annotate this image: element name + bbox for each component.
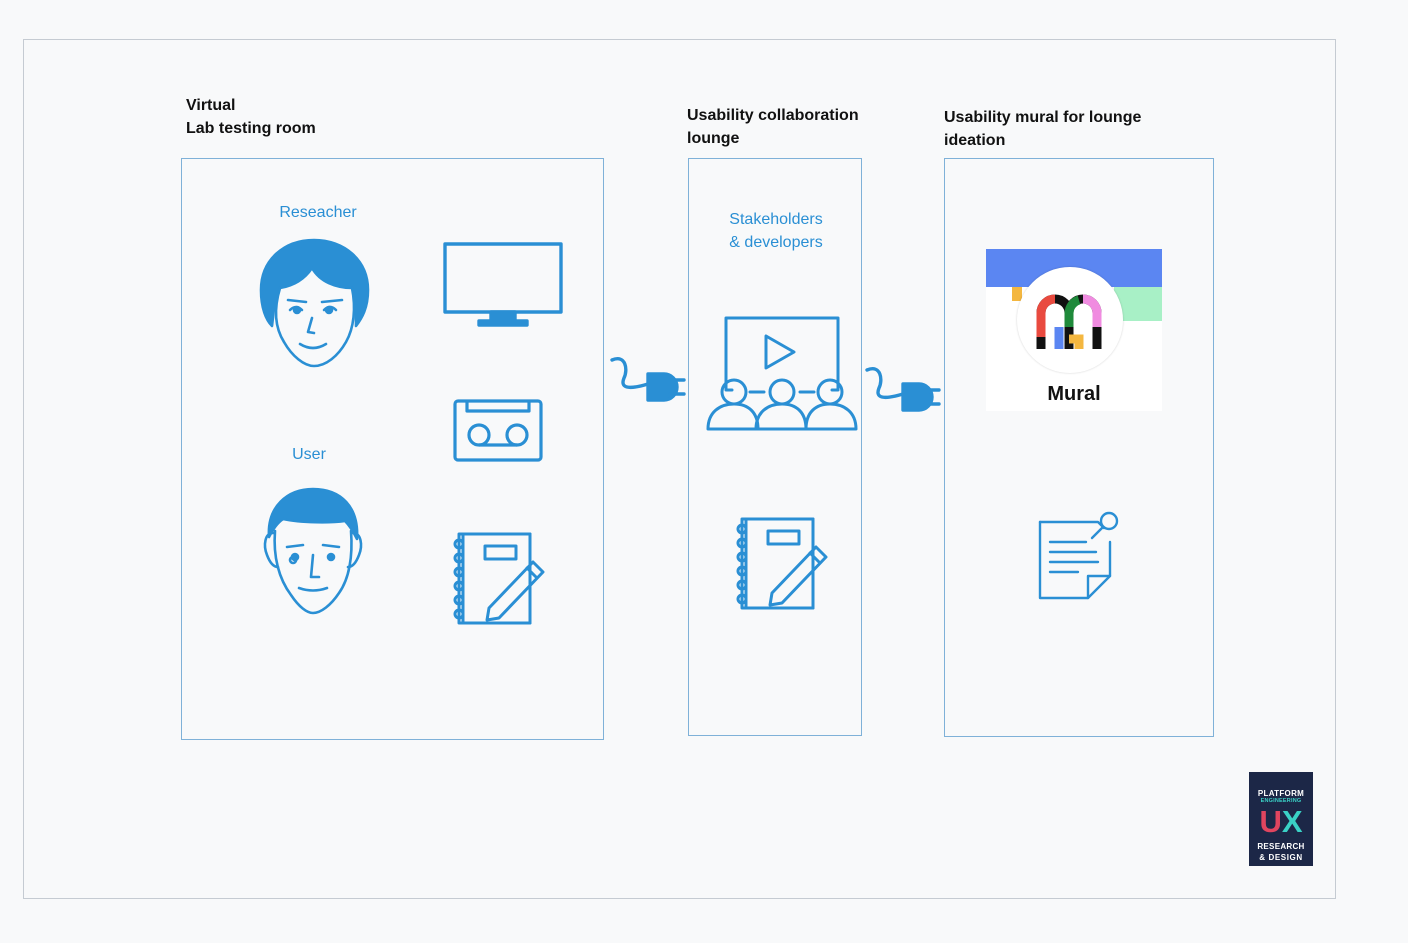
logo-mark: UX <box>1249 803 1313 841</box>
mural-app-card[interactable]: Mural <box>986 249 1162 411</box>
mural-brand-name: Mural <box>1047 383 1101 405</box>
mural-panel <box>944 158 1214 737</box>
logo-mark-x: X <box>1281 804 1303 839</box>
cassette-tape-icon <box>453 399 543 462</box>
ux-research-logo: PLATFORM ENGINEERING UX RESEARCH & DESIG… <box>1249 772 1313 866</box>
man-face-icon <box>261 487 365 617</box>
lab-title-line1: Virtual <box>186 97 236 114</box>
video-presentation-audience-icon <box>706 316 858 432</box>
monitor-icon <box>443 242 563 327</box>
stakeholders-line1: Stakeholders <box>729 211 823 228</box>
woman-face-icon <box>258 238 370 370</box>
lab-section-title: Virtual Lab testing room <box>186 94 316 140</box>
logo-line4: & DESIGN <box>1259 853 1303 862</box>
mural-title-line1: Usability mural for lounge <box>944 109 1142 126</box>
mural-logo-circle <box>1017 267 1123 373</box>
sticky-note-pin-icon <box>1038 511 1120 600</box>
notebook-pencil-icon <box>736 517 828 611</box>
notebook-pencil-icon <box>453 532 545 626</box>
logo-mark-u: U <box>1259 804 1282 839</box>
stakeholders-line2: & developers <box>729 234 823 251</box>
researcher-label: Reseacher <box>279 204 357 221</box>
lounge-section-title: Usability collaboration lounge <box>687 104 859 150</box>
lounge-title-line2: lounge <box>687 130 740 147</box>
lounge-title-line1: Usability collaboration <box>687 107 859 124</box>
mural-title-line2: ideation <box>944 132 1006 149</box>
lab-title-line2: Lab testing room <box>186 120 316 137</box>
stakeholders-label: Stakeholders & developers <box>700 208 852 254</box>
user-label: User <box>292 446 326 463</box>
plug-connector-icon <box>865 366 941 414</box>
mural-logo-icon <box>1036 294 1102 349</box>
logo-line1: PLATFORM <box>1257 789 1305 798</box>
plug-connector-icon <box>610 356 686 404</box>
mural-section-title: Usability mural for lounge ideation <box>944 106 1141 152</box>
logo-line3: RESEARCH <box>1257 842 1305 851</box>
